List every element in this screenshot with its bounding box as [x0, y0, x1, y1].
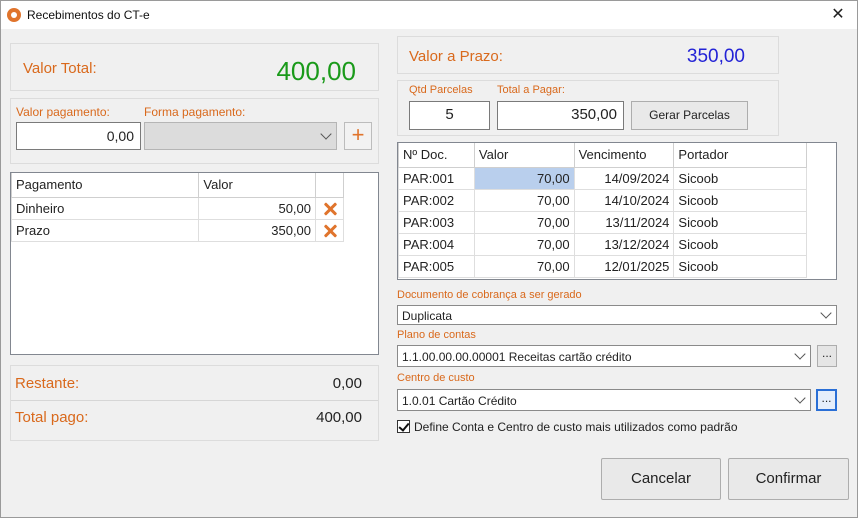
forma-pagamento-label: Forma pagamento:	[144, 105, 246, 119]
installments-header-valor[interactable]: Valor	[473, 143, 575, 168]
total-pago-value: 400,00	[316, 409, 362, 426]
total-pago-label: Total pago:	[15, 409, 89, 426]
installments-header-portador[interactable]: Portador	[673, 143, 807, 168]
valor-total-panel: Valor Total: 400,00	[10, 43, 379, 91]
payment-name: Dinheiro	[10, 196, 200, 220]
plano-contas-label: Plano de contas	[397, 329, 476, 341]
dialog-window: Recebimentos do CT-e ✕ Valor Total: 400,…	[0, 0, 858, 518]
valor-total-label: Valor Total:	[23, 60, 97, 77]
valor-prazo-label: Valor a Prazo:	[409, 48, 503, 65]
forma-pagamento-select[interactable]	[144, 122, 337, 150]
installment-vencimento[interactable]: 13/12/2024	[573, 232, 675, 256]
payments-header-valor[interactable]: Valor	[198, 173, 317, 198]
installment-portador[interactable]: Sicoob	[673, 254, 807, 278]
gerar-parcelas-button[interactable]: Gerar Parcelas	[631, 101, 748, 130]
payment-name: Prazo	[10, 218, 200, 242]
restante-value: 0,00	[332, 375, 362, 392]
qtd-parcelas-label: Qtd Parcelas	[409, 84, 473, 96]
confirm-button[interactable]: Confirmar	[728, 458, 849, 500]
plano-contas-select[interactable]: 1.1.00.00.00.00001 Receitas cartão crédi…	[397, 345, 811, 367]
parcelas-panel: Qtd Parcelas 5 Total a Pagar: 350,00 Ger…	[397, 80, 779, 136]
plus-icon: +	[351, 122, 365, 147]
centro-custo-lookup-button[interactable]: ...	[816, 389, 837, 411]
installment-valor[interactable]: 70,00	[473, 166, 575, 190]
installment-doc: PAR:005	[398, 254, 475, 278]
total-pagar-input[interactable]: 350,00	[497, 101, 624, 130]
valor-prazo-value: 350,00	[686, 46, 745, 67]
centro-custo-label: Centro de custo	[397, 372, 475, 384]
close-icon	[323, 224, 337, 238]
window-title: Recebimentos do CT-e	[27, 8, 150, 22]
delete-payment-button[interactable]	[315, 218, 344, 242]
chevron-down-icon	[820, 307, 832, 319]
valor-prazo-panel: Valor a Prazo: 350,00	[397, 36, 779, 74]
app-logo-icon	[7, 8, 21, 22]
chevron-down-icon	[794, 348, 806, 360]
installment-valor[interactable]: 70,00	[473, 232, 575, 256]
payment-value: 350,00	[198, 218, 317, 242]
summary-panel: Restante: 0,00 Total pago: 400,00	[10, 365, 379, 441]
valor-pagamento-input[interactable]: 0,00	[16, 122, 141, 150]
installment-doc: PAR:004	[398, 232, 475, 256]
installment-portador[interactable]: Sicoob	[673, 166, 807, 190]
payments-table-container: Pagamento Valor Dinheiro 50,00 Prazo 350…	[10, 172, 379, 355]
documento-cobranca-label: Documento de cobrança a ser gerado	[397, 289, 582, 301]
centro-custo-value: 1.0.01 Cartão Crédito	[402, 394, 517, 408]
installments-header-doc[interactable]: Nº Doc.	[398, 143, 475, 168]
installment-valor[interactable]: 70,00	[473, 188, 575, 212]
table-row[interactable]: PAR:003 70,00 13/11/2024 Sicoob	[398, 210, 807, 234]
installment-portador[interactable]: Sicoob	[673, 188, 807, 212]
installment-doc: PAR:003	[398, 210, 475, 234]
installment-valor[interactable]: 70,00	[473, 254, 575, 278]
plano-contas-value: 1.1.00.00.00.00001 Receitas cartão crédi…	[402, 350, 632, 364]
table-row[interactable]: PAR:001 70,00 14/09/2024 Sicoob	[398, 166, 807, 190]
installment-doc: PAR:002	[398, 188, 475, 212]
valor-total-value: 400,00	[276, 56, 356, 86]
chevron-down-icon	[794, 392, 806, 404]
total-pagar-label: Total a Pagar:	[497, 84, 565, 96]
table-row[interactable]: PAR:002 70,00 14/10/2024 Sicoob	[398, 188, 807, 212]
default-accounts-label[interactable]: Define Conta e Centro de custo mais util…	[414, 420, 738, 434]
installment-portador[interactable]: Sicoob	[673, 210, 807, 234]
table-row[interactable]: PAR:005 70,00 12/01/2025 Sicoob	[398, 254, 807, 278]
table-row[interactable]: Prazo 350,00	[10, 218, 344, 242]
installment-vencimento[interactable]: 14/10/2024	[573, 188, 675, 212]
title-bar: Recebimentos do CT-e ✕	[1, 1, 857, 29]
close-icon	[323, 202, 337, 216]
payments-table: Pagamento Valor Dinheiro 50,00 Prazo 350…	[10, 173, 344, 242]
delete-payment-button[interactable]	[315, 196, 344, 220]
qtd-parcelas-input[interactable]: 5	[409, 101, 490, 130]
installment-valor[interactable]: 70,00	[473, 210, 575, 234]
table-row[interactable]: PAR:004 70,00 13/12/2024 Sicoob	[398, 232, 807, 256]
installment-doc: PAR:001	[398, 166, 475, 190]
installment-portador[interactable]: Sicoob	[673, 232, 807, 256]
chevron-down-icon	[320, 128, 332, 140]
documento-cobranca-select[interactable]: Duplicata	[397, 305, 837, 325]
installment-vencimento[interactable]: 14/09/2024	[573, 166, 675, 190]
installments-header-vencimento[interactable]: Vencimento	[573, 143, 675, 168]
cancel-button[interactable]: Cancelar	[601, 458, 721, 500]
summary-divider	[11, 400, 378, 401]
close-icon[interactable]: ✕	[825, 4, 851, 26]
payment-value: 50,00	[198, 196, 317, 220]
installments-table-container: Nº Doc. Valor Vencimento Portador PAR:00…	[397, 142, 837, 280]
plano-contas-lookup-button[interactable]: ...	[817, 345, 837, 367]
table-row[interactable]: Dinheiro 50,00	[10, 196, 344, 220]
payments-header-pagamento[interactable]: Pagamento	[10, 173, 200, 198]
restante-label: Restante:	[15, 375, 80, 392]
installment-vencimento[interactable]: 13/11/2024	[573, 210, 675, 234]
default-accounts-checkbox[interactable]	[397, 420, 410, 433]
pagamento-entry-panel: Valor pagamento: 0,00 Forma pagamento: +	[10, 98, 379, 164]
centro-custo-select[interactable]: 1.0.01 Cartão Crédito	[397, 389, 811, 411]
installments-table: Nº Doc. Valor Vencimento Portador PAR:00…	[398, 143, 807, 278]
payments-header-actions	[315, 173, 344, 198]
installment-vencimento[interactable]: 12/01/2025	[573, 254, 675, 278]
add-payment-button[interactable]: +	[344, 122, 372, 150]
valor-pagamento-label: Valor pagamento:	[16, 105, 110, 119]
documento-cobranca-value: Duplicata	[402, 309, 453, 323]
